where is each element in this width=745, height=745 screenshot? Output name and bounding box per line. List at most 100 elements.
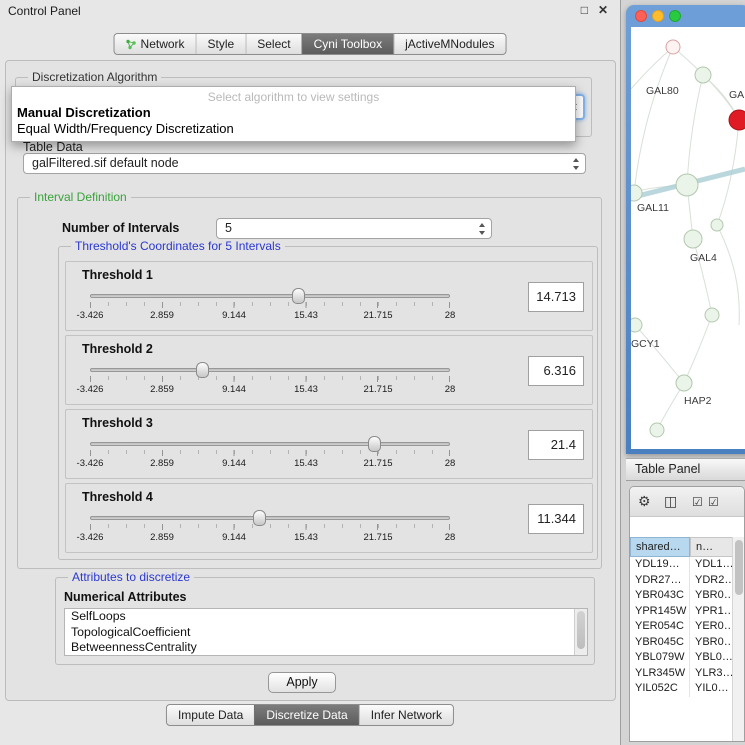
tab-style[interactable]: Style [196, 34, 246, 54]
tick-label: -3.426 [77, 532, 104, 543]
slider-major-ticks [90, 450, 450, 456]
slider-track[interactable] [90, 294, 450, 298]
threshold-slider[interactable]: -3.4262.8599.14415.4321.71528 [90, 286, 450, 322]
table-cell: YDR27… [630, 573, 690, 589]
table-cell: YPR1… [690, 604, 732, 620]
column-header[interactable]: shared… [630, 537, 690, 557]
threshold-slider[interactable]: -3.4262.8599.14415.4321.71528 [90, 360, 450, 396]
stepper-icon[interactable] [477, 222, 487, 236]
threshold-value[interactable]: 14.713 [528, 282, 584, 312]
gear-icon[interactable]: ⚙ [638, 493, 651, 510]
threshold-value[interactable]: 6.316 [528, 356, 584, 386]
tab-select[interactable]: Select [245, 34, 301, 54]
tab-cyni-toolbox[interactable]: Cyni Toolbox [302, 34, 393, 54]
tick-label: 9.144 [222, 384, 246, 395]
table-row[interactable]: YIL052CYIL0… [630, 681, 732, 697]
node-label: GAL4 [690, 252, 717, 264]
network-node[interactable] [684, 230, 702, 248]
table-row[interactable]: YLR345WYLR3… [630, 666, 732, 682]
attribute-item[interactable]: SelfLoops [65, 609, 587, 625]
node-label: GCY1 [631, 338, 660, 350]
table-scrollbar[interactable] [732, 537, 744, 741]
algorithm-option[interactable]: Manual Discretization [12, 105, 575, 121]
tab-infer-network[interactable]: Infer Network [359, 705, 453, 725]
algorithm-popup: Select algorithm to view settings Manual… [11, 86, 576, 142]
table-row[interactable]: YBR045CYBR0… [630, 635, 732, 651]
slider-track[interactable] [90, 442, 450, 446]
network-node[interactable] [631, 318, 642, 332]
tick-labels: -3.4262.8599.14415.4321.71528 [90, 310, 450, 321]
network-node[interactable] [705, 308, 719, 322]
tick-label: 9.144 [222, 532, 246, 543]
control-panel-content: Discretization Algorithm Select algorith… [5, 60, 616, 701]
apply-button[interactable]: Apply [268, 672, 336, 693]
tick-label: 21.715 [363, 310, 392, 321]
close-icon[interactable]: ✕ [598, 3, 608, 17]
network-node[interactable] [695, 67, 711, 83]
table-cell: YBL0… [690, 650, 732, 666]
tick-label: 2.859 [150, 384, 174, 395]
attributes-list[interactable]: SelfLoopsTopologicalCoefficientBetweenne… [64, 608, 588, 656]
table-row[interactable]: YBR043CYBR0… [630, 588, 732, 604]
number-of-intervals-spinner[interactable]: 5 [216, 218, 492, 239]
scrollbar-thumb[interactable] [735, 540, 743, 595]
minimize-window-icon[interactable] [652, 10, 664, 22]
network-edge [717, 225, 739, 325]
threshold-slider[interactable]: -3.4262.8599.14415.4321.71528 [90, 508, 450, 544]
network-node[interactable] [631, 185, 642, 201]
tab-discretize-data[interactable]: Discretize Data [254, 705, 358, 725]
slider-thumb[interactable] [292, 288, 305, 304]
slider-thumb[interactable] [253, 510, 266, 526]
close-window-icon[interactable] [635, 10, 647, 22]
network-node[interactable] [711, 219, 723, 231]
table-row[interactable]: YBL079WYBL0… [630, 650, 732, 666]
network-edge [634, 47, 673, 193]
slider-thumb[interactable] [196, 362, 209, 378]
tick-label: 21.715 [363, 384, 392, 395]
table-data-combobox[interactable]: galFiltered.sif default node [23, 153, 586, 174]
node-label: GAL11 [637, 202, 669, 214]
table-cell: YIL0… [690, 681, 732, 697]
select-all-icon[interactable]: ☑ [692, 495, 703, 509]
columns-icon[interactable]: ◫ [664, 493, 677, 510]
tick-labels: -3.4262.8599.14415.4321.71528 [90, 458, 450, 469]
network-node[interactable] [676, 174, 698, 196]
stepper-icon[interactable] [571, 157, 581, 171]
threshold-value[interactable]: 11.344 [528, 504, 584, 534]
table-row[interactable]: YPR145WYPR1… [630, 604, 732, 620]
tab-impute-data[interactable]: Impute Data [167, 705, 254, 725]
slider-track[interactable] [90, 368, 450, 372]
tick-label: 28 [445, 458, 456, 469]
table-panel-header: Table Panel [626, 458, 745, 481]
tab-network[interactable]: Network [115, 34, 196, 54]
network-node[interactable] [666, 40, 680, 54]
float-window-icon[interactable]: □ [581, 3, 588, 17]
threshold-label: Threshold 1 [82, 268, 153, 282]
slider-thumb[interactable] [368, 436, 381, 452]
attributes-scrollbar[interactable] [574, 609, 587, 655]
attribute-item[interactable]: BetweennessCentrality [65, 640, 587, 656]
network-node[interactable] [729, 110, 745, 130]
attribute-item[interactable]: TopologicalCoefficient [65, 625, 587, 641]
algorithm-option[interactable]: Equal Width/Frequency Discretization [12, 121, 575, 137]
tick-label: 9.144 [222, 310, 246, 321]
zoom-window-icon[interactable] [669, 10, 681, 22]
table-header: shared…n… [630, 537, 744, 557]
slider-track[interactable] [90, 516, 450, 520]
table-row[interactable]: YDL19…YDL1… [630, 557, 732, 573]
select-none-icon[interactable]: ☑ [708, 495, 719, 509]
network-node[interactable] [650, 423, 664, 437]
table-cell: YBR0… [690, 588, 732, 604]
network-node[interactable] [676, 375, 692, 391]
table-row[interactable]: YER054CYER0… [630, 619, 732, 635]
scrollbar-thumb[interactable] [577, 611, 585, 649]
node-label: HAP2 [684, 395, 712, 407]
table-row[interactable]: YDR27…YDR2… [630, 573, 732, 589]
table-body: YDL19…YDL1…YDR27…YDR2…YBR043CYBR0…YPR145… [630, 557, 732, 741]
threshold-slider[interactable]: -3.4262.8599.14415.4321.71528 [90, 434, 450, 470]
tick-label: 15.43 [294, 384, 318, 395]
network-canvas[interactable]: GAL80GAGAL11GAL4GCY1HAP2 [631, 27, 745, 449]
threshold-value[interactable]: 21.4 [528, 430, 584, 460]
tab-jactivemnodules[interactable]: jActiveMNodules [393, 34, 505, 54]
table-window: ⚙ ◫ ☑ ☑ shared…n… YDL19…YDL1…YDR27…YDR2…… [629, 486, 745, 742]
